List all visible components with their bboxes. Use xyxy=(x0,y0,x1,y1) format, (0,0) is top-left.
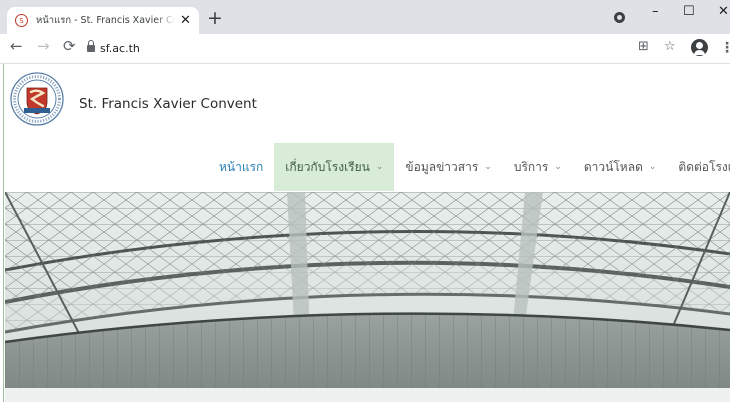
nav-item-contact[interactable]: ติดต่อโรงเรียน xyxy=(667,143,730,191)
hero-roof-image xyxy=(5,192,730,402)
browser-tab[interactable]: S หน้าแรก - St. Francis Xavier Convent ✕ xyxy=(7,7,199,34)
media-indicator-icon[interactable] xyxy=(614,12,625,23)
bookmark-star-icon[interactable]: ☆ xyxy=(664,40,676,53)
browser-toolbar: ← → ⟳ sf.ac.th ⊞ ☆ ⋮ xyxy=(0,34,730,64)
nav-item-about[interactable]: เกี่ยวกับโรงเรียน ⌄ xyxy=(274,143,395,191)
nav-item-news[interactable]: ข้อมูลข่าวสาร ⌄ xyxy=(394,143,502,191)
nav-item-label: เกี่ยวกับโรงเรียน xyxy=(285,159,370,174)
maximize-button[interactable]: ☐ xyxy=(683,5,695,18)
forward-arrow-icon[interactable]: → xyxy=(37,39,50,54)
site-title[interactable]: St. Francis Xavier Convent xyxy=(79,96,257,112)
close-tab-icon[interactable]: ✕ xyxy=(180,14,191,27)
nav-item-label: ติดต่อโรงเรียน xyxy=(678,159,730,174)
chevron-down-icon: ⌄ xyxy=(554,162,562,172)
translate-icon[interactable]: ⊞ xyxy=(638,40,649,53)
browser-menu-icon[interactable]: ⋮ xyxy=(720,41,730,55)
site-favicon-icon: S xyxy=(15,14,28,27)
minimize-button[interactable]: – xyxy=(652,5,659,18)
nav-item-label: บริการ xyxy=(513,159,549,174)
new-tab-button[interactable]: + xyxy=(207,9,223,28)
nav-item-home[interactable]: หน้าแรก xyxy=(208,143,274,191)
lock-icon[interactable] xyxy=(87,40,95,53)
nav-item-label: ดาวน์โหลด xyxy=(583,159,643,174)
address-bar[interactable]: sf.ac.th xyxy=(100,42,140,55)
close-window-button[interactable]: ✕ xyxy=(718,5,729,18)
back-arrow-icon[interactable]: ← xyxy=(10,39,23,54)
page-edge-divider xyxy=(3,64,4,402)
nav-item-label: ข้อมูลข่าวสาร xyxy=(405,159,479,174)
school-logo[interactable] xyxy=(10,72,64,126)
chevron-down-icon: ⌄ xyxy=(648,162,657,172)
web-page: St. Francis Xavier Convent หน้าแรก เกี่ย… xyxy=(0,64,730,402)
browser-tabstrip: S หน้าแรก - St. Francis Xavier Convent ✕… xyxy=(0,0,730,34)
tab-title: หน้าแรก - St. Francis Xavier Convent xyxy=(36,15,176,26)
chevron-down-icon: ⌄ xyxy=(375,162,384,172)
nav-item-services[interactable]: บริการ ⌄ xyxy=(503,143,573,191)
main-navigation: หน้าแรก เกี่ยวกับโรงเรียน ⌄ ข้อมูลข่าวสา… xyxy=(208,143,730,191)
nav-item-label: หน้าแรก xyxy=(219,159,264,174)
nav-item-downloads[interactable]: ดาวน์โหลด ⌄ xyxy=(573,143,668,191)
chevron-down-icon: ⌄ xyxy=(484,162,492,172)
profile-avatar-icon[interactable] xyxy=(691,39,708,56)
reload-icon[interactable]: ⟳ xyxy=(63,39,76,54)
